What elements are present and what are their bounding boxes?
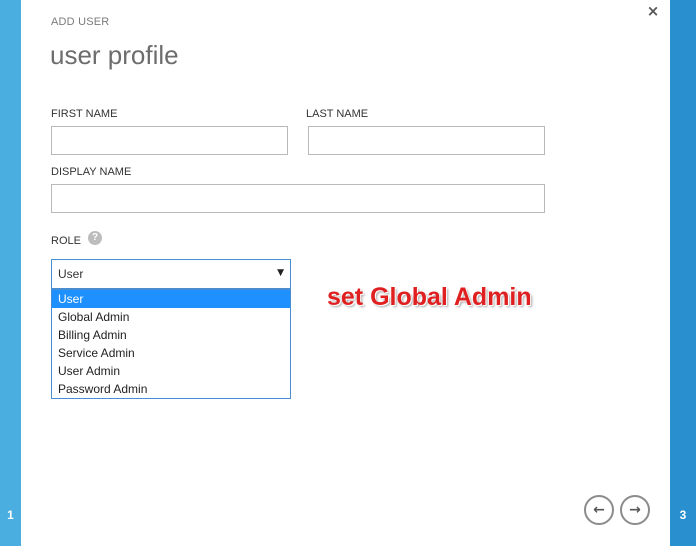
last-name-label: LAST NAME (306, 108, 369, 120)
role-option-user-admin[interactable]: User Admin (52, 362, 290, 380)
previous-button[interactable]: ← (584, 495, 614, 525)
first-name-field[interactable] (51, 126, 288, 155)
role-select[interactable]: User ▼ (51, 259, 291, 289)
next-button[interactable]: → (620, 495, 650, 525)
display-name-field[interactable] (51, 184, 545, 213)
first-name-label: FIRST NAME (51, 108, 118, 120)
step-number-right: 3 (679, 508, 687, 522)
arrow-right-icon: → (629, 502, 641, 518)
role-dropdown-list: User Global Admin Billing Admin Service … (51, 289, 291, 399)
add-user-dialog: × ADD USER user profile FIRST NAME LAST … (21, 0, 670, 546)
close-button[interactable]: × (645, 2, 661, 20)
arrow-left-icon: ← (593, 502, 605, 518)
role-option-global-admin[interactable]: Global Admin (52, 308, 290, 326)
role-select-value: User (58, 267, 84, 281)
role-option-user[interactable]: User (52, 290, 290, 308)
last-name-field[interactable] (308, 126, 545, 155)
page-title: user profile (50, 40, 179, 70)
instruction-annotation: set Global Admin (327, 283, 532, 311)
help-icon[interactable]: ? (88, 231, 102, 245)
role-label: ROLE (51, 235, 81, 247)
display-name-label: DISPLAY NAME (51, 166, 132, 178)
role-option-password-admin[interactable]: Password Admin (52, 380, 290, 398)
chevron-down-icon: ▼ (277, 268, 284, 278)
breadcrumb: ADD USER (51, 16, 110, 28)
left-step-strip: 1 (0, 0, 21, 546)
role-option-billing-admin[interactable]: Billing Admin (52, 326, 290, 344)
role-option-service-admin[interactable]: Service Admin (52, 344, 290, 362)
step-number-left: 1 (7, 508, 14, 522)
right-step-strip: 3 (670, 0, 696, 546)
